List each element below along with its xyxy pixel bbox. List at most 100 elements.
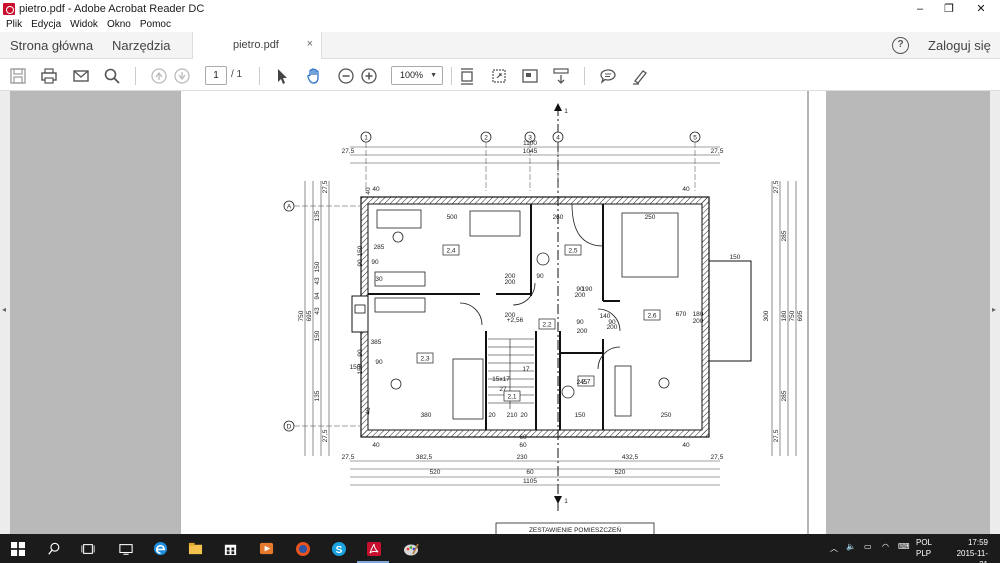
edge-browser-icon[interactable]: [151, 539, 170, 558]
tab-document[interactable]: pietro.pdf ×: [192, 32, 322, 59]
dim-right: 285: [781, 390, 788, 401]
toolbar-separator: [135, 67, 136, 85]
volume-icon[interactable]: 🔈: [846, 542, 856, 551]
help-icon[interactable]: ?: [892, 37, 909, 54]
save-icon[interactable]: [8, 66, 28, 86]
dim-left: 695: [306, 310, 313, 321]
menu-view[interactable]: Widok: [70, 19, 98, 30]
hand-tool-icon[interactable]: [304, 66, 324, 86]
dim-top: 27,5: [711, 148, 724, 155]
dim-internal: 385: [371, 339, 382, 346]
store-icon[interactable]: [221, 539, 240, 558]
axis-marker-label: 4: [556, 135, 560, 142]
dim-internal: 20: [520, 412, 528, 419]
dim-bottom: 520: [615, 469, 626, 476]
menu-file[interactable]: Plik: [6, 19, 22, 30]
clock[interactable]: 17:59 2015-11-21: [950, 537, 988, 563]
dim-left: 150: [314, 330, 321, 341]
axis-marker-label: 5: [693, 135, 697, 142]
dim-internal: 17: [522, 366, 530, 373]
dim-right: 300: [763, 310, 770, 321]
close-tab-icon[interactable]: ×: [307, 38, 313, 50]
chevron-left-icon: ◂: [2, 305, 7, 314]
battery-icon[interactable]: ▭: [864, 542, 872, 551]
chevron-up-icon[interactable]: ︿: [830, 543, 838, 554]
axis-marker-label: 2: [484, 135, 488, 142]
dim-left: 27,5: [322, 429, 329, 442]
keyboard-icon[interactable]: ⌨: [898, 542, 910, 551]
dim-left: 90: [357, 349, 364, 357]
zoom-in-icon[interactable]: [359, 66, 379, 86]
fit-page-icon[interactable]: [457, 66, 477, 86]
dim-internal: 27: [499, 386, 507, 393]
menu-bar: Plik Edycja Widok Okno Pomoc: [0, 16, 1000, 32]
dim-bottom: 520: [430, 469, 441, 476]
windows-start-icon[interactable]: [8, 539, 27, 558]
dimension-texts: 27,511001045 27,527,5 382,5 230 432,5 27,5520…: [298, 108, 804, 505]
dim-internal: 260: [553, 214, 564, 221]
previous-page-icon[interactable]: [149, 66, 169, 86]
highlight-pen-icon[interactable]: [630, 66, 650, 86]
clock-time: 17:59: [967, 538, 988, 547]
dim-internal: 670: [676, 311, 687, 318]
dim-bottom: 432,5: [622, 454, 639, 461]
chevron-down-icon: ▼: [430, 72, 437, 79]
zoom-out-icon[interactable]: [336, 66, 356, 86]
dim-internal: +2,56: [507, 317, 524, 324]
page-total: / 1: [231, 69, 243, 80]
maximize-button[interactable]: ❐: [934, 0, 964, 17]
paint-icon[interactable]: [401, 539, 420, 558]
document-area[interactable]: ◂ ▸ 1 2 3 4 5 A D 2,4 2,5 2,6 2,3 2,2 2,…: [0, 91, 1000, 538]
select-cursor-icon[interactable]: [272, 66, 292, 86]
dim-internal: 200: [577, 328, 588, 335]
scroll-mode-icon[interactable]: [551, 66, 571, 86]
room-table-header: ZESTAWIENIE POMIESZCZEŃ: [529, 525, 621, 534]
language-indicator[interactable]: POL PLP: [916, 537, 932, 559]
left-pane-toggle[interactable]: ◂: [0, 91, 10, 534]
comment-icon[interactable]: [598, 66, 618, 86]
dim-internal: 150: [350, 364, 361, 371]
dim-bottom: 230: [517, 454, 528, 461]
page-number-input[interactable]: 1: [205, 66, 227, 85]
email-icon[interactable]: [71, 66, 91, 86]
wifi-icon[interactable]: ◠: [882, 542, 889, 551]
login-link[interactable]: Zaloguj się: [928, 38, 991, 53]
next-page-icon[interactable]: [172, 66, 192, 86]
menu-help[interactable]: Pomoc: [140, 19, 171, 30]
menu-window[interactable]: Okno: [107, 19, 131, 30]
room-number: 2,3: [420, 356, 429, 363]
dim-internal: 90: [536, 273, 544, 280]
windows-taskbar: S ︿ 🔈 ▭ ◠ ⌨ POL PLP 17:59 2015-11-21: [0, 534, 1000, 563]
file-explorer-icon[interactable]: [186, 539, 205, 558]
print-icon[interactable]: [39, 66, 59, 86]
dim-right: 180: [781, 310, 788, 321]
dim-internal: 40: [372, 186, 380, 193]
close-window-button[interactable]: ✕: [966, 0, 996, 17]
rotate-view-icon[interactable]: [489, 66, 509, 86]
dim-internal: 20: [488, 412, 496, 419]
search-icon[interactable]: [44, 539, 63, 558]
dim-right: 750: [789, 310, 796, 321]
right-pane-toggle[interactable]: ▸: [990, 91, 1000, 534]
acrobat-taskbar-icon[interactable]: [364, 539, 383, 558]
dim-internal: 90: [375, 359, 383, 366]
dim-internal: 150: [575, 412, 586, 419]
tab-home[interactable]: Strona główna: [10, 38, 93, 53]
zoom-select[interactable]: 100% ▼: [391, 66, 443, 85]
skype-icon[interactable]: S: [329, 539, 348, 558]
axis-marker-label: A: [287, 204, 292, 211]
dim-internal: 40: [682, 442, 690, 449]
menu-edit[interactable]: Edycja: [31, 19, 61, 30]
minimize-button[interactable]: –: [905, 0, 935, 17]
firefox-icon[interactable]: [293, 539, 312, 558]
media-player-icon[interactable]: [257, 539, 276, 558]
axis-marker-label: 1: [364, 135, 368, 142]
pdf-page[interactable]: 12345 AD 2,4 2,5 2,6 2,3 2,2 2,7 2,1 27,…: [179, 91, 826, 538]
svg-text:S: S: [335, 545, 342, 556]
tab-tools[interactable]: Narzędzia: [112, 38, 171, 53]
full-screen-icon[interactable]: [520, 66, 540, 86]
dim-internal: 90: [371, 259, 379, 266]
search-icon[interactable]: [102, 66, 122, 86]
task-view-icon[interactable]: [78, 539, 97, 558]
screen-icon[interactable]: [116, 539, 135, 558]
